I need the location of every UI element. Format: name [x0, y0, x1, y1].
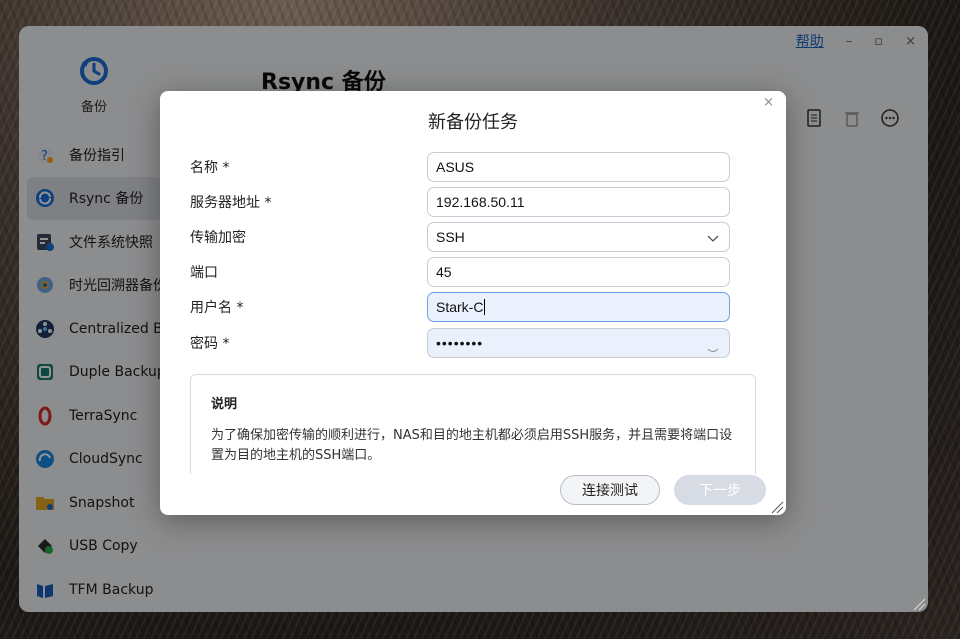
name-value: ASUS — [436, 159, 475, 175]
dialog-resize-grip[interactable] — [770, 499, 784, 514]
form-row-port: 端口 45 — [190, 257, 730, 287]
server-address-field[interactable]: 192.168.50.11 — [427, 187, 730, 217]
password-label: 密码 * — [190, 336, 230, 352]
port-value: 45 — [436, 264, 452, 280]
username-value: Stark-C — [436, 299, 484, 315]
window-resize-grip[interactable] — [912, 596, 926, 611]
text-caret — [484, 299, 486, 315]
note-title: 说明 — [211, 397, 238, 412]
password-value: •••••••• — [436, 335, 484, 351]
password-field[interactable]: •••••••• — [427, 328, 730, 358]
dialog-close-button[interactable]: × — [763, 95, 774, 110]
name-field[interactable]: ASUS — [427, 152, 730, 182]
encryption-value: SSH — [436, 229, 465, 245]
encryption-select[interactable]: SSH — [427, 222, 730, 252]
name-label: 名称 * — [190, 160, 230, 176]
username-label: 用户名 * — [190, 300, 244, 316]
form-row-encryption: 传输加密 SSH — [190, 222, 730, 252]
form-row-name: 名称 * ASUS — [190, 152, 730, 182]
info-note: 说明 为了确保加密传输的顺利进行，NAS和目的地主机都必须启用SSH服务，并且需… — [190, 374, 756, 474]
test-connection-button[interactable]: 连接测试 — [560, 475, 660, 505]
chevron-down-icon — [707, 231, 719, 243]
next-step-button[interactable]: 下一步 — [674, 475, 766, 505]
form-row-password: 密码 * •••••••• — [190, 328, 730, 358]
eye-closed-icon[interactable] — [707, 341, 719, 353]
form-row-server: 服务器地址 * 192.168.50.11 — [190, 187, 730, 217]
dialog-title: 新备份任务 — [428, 112, 518, 133]
note-text: 为了确保加密传输的顺利进行，NAS和目的地主机都必须启用SSH服务，并且需要将端… — [211, 428, 733, 463]
port-field[interactable]: 45 — [427, 257, 730, 287]
form-row-username: 用户名 * Stark-C — [190, 292, 730, 322]
dialog-footer: 连接测试 下一步 — [560, 475, 766, 505]
port-label: 端口 — [190, 265, 218, 281]
encryption-label: 传输加密 — [190, 230, 246, 246]
username-field[interactable]: Stark-C — [427, 292, 730, 322]
server-address-label: 服务器地址 * — [190, 195, 272, 211]
new-backup-task-dialog: × 新备份任务 名称 * ASUS 服务器地址 * 192.168.50.11 … — [160, 91, 786, 515]
server-address-value: 192.168.50.11 — [436, 194, 525, 210]
